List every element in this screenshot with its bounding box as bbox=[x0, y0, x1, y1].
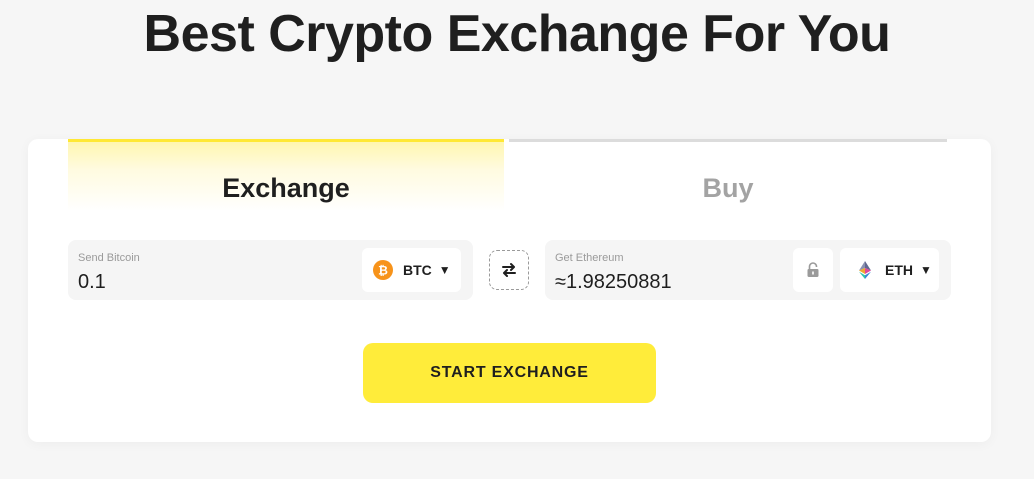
get-field-label: Get Ethereum bbox=[555, 252, 624, 264]
swap-arrows-icon bbox=[502, 263, 516, 277]
get-field: Get Ethereum ≈1.98250881 ETH ▼ bbox=[545, 240, 951, 300]
rate-lock-button[interactable] bbox=[793, 248, 833, 292]
tab-buy[interactable]: Buy bbox=[509, 139, 947, 211]
send-currency-select[interactable]: ₿ BTC ▼ bbox=[362, 248, 461, 292]
unlock-icon bbox=[807, 262, 819, 277]
get-currency-select[interactable]: ETH ▼ bbox=[840, 248, 939, 292]
tab-exchange[interactable]: Exchange bbox=[68, 139, 504, 211]
chevron-down-icon: ▼ bbox=[438, 263, 451, 277]
chevron-down-icon: ▼ bbox=[920, 263, 932, 277]
swap-button[interactable] bbox=[489, 250, 529, 290]
send-field: Send Bitcoin ₿ BTC ▼ bbox=[68, 240, 473, 300]
ethereum-icon bbox=[859, 261, 871, 279]
get-amount-value: ≈1.98250881 bbox=[555, 271, 672, 293]
send-amount-input[interactable] bbox=[78, 271, 338, 294]
tab-exchange-label: Exchange bbox=[222, 173, 350, 203]
start-exchange-button[interactable]: START EXCHANGE bbox=[363, 343, 656, 403]
get-currency-code: ETH bbox=[885, 262, 913, 278]
svg-text:₿: ₿ bbox=[378, 264, 388, 278]
page-title: Best Crypto Exchange For You bbox=[143, 5, 891, 63]
send-field-label: Send Bitcoin bbox=[78, 252, 140, 264]
exchange-widget: Exchange Buy Send Bitcoin ₿ BTC ▼ Get Et… bbox=[28, 139, 991, 442]
send-currency-code: BTC bbox=[403, 262, 432, 278]
tab-buy-label: Buy bbox=[702, 173, 754, 203]
bitcoin-icon: ₿ bbox=[373, 260, 393, 280]
